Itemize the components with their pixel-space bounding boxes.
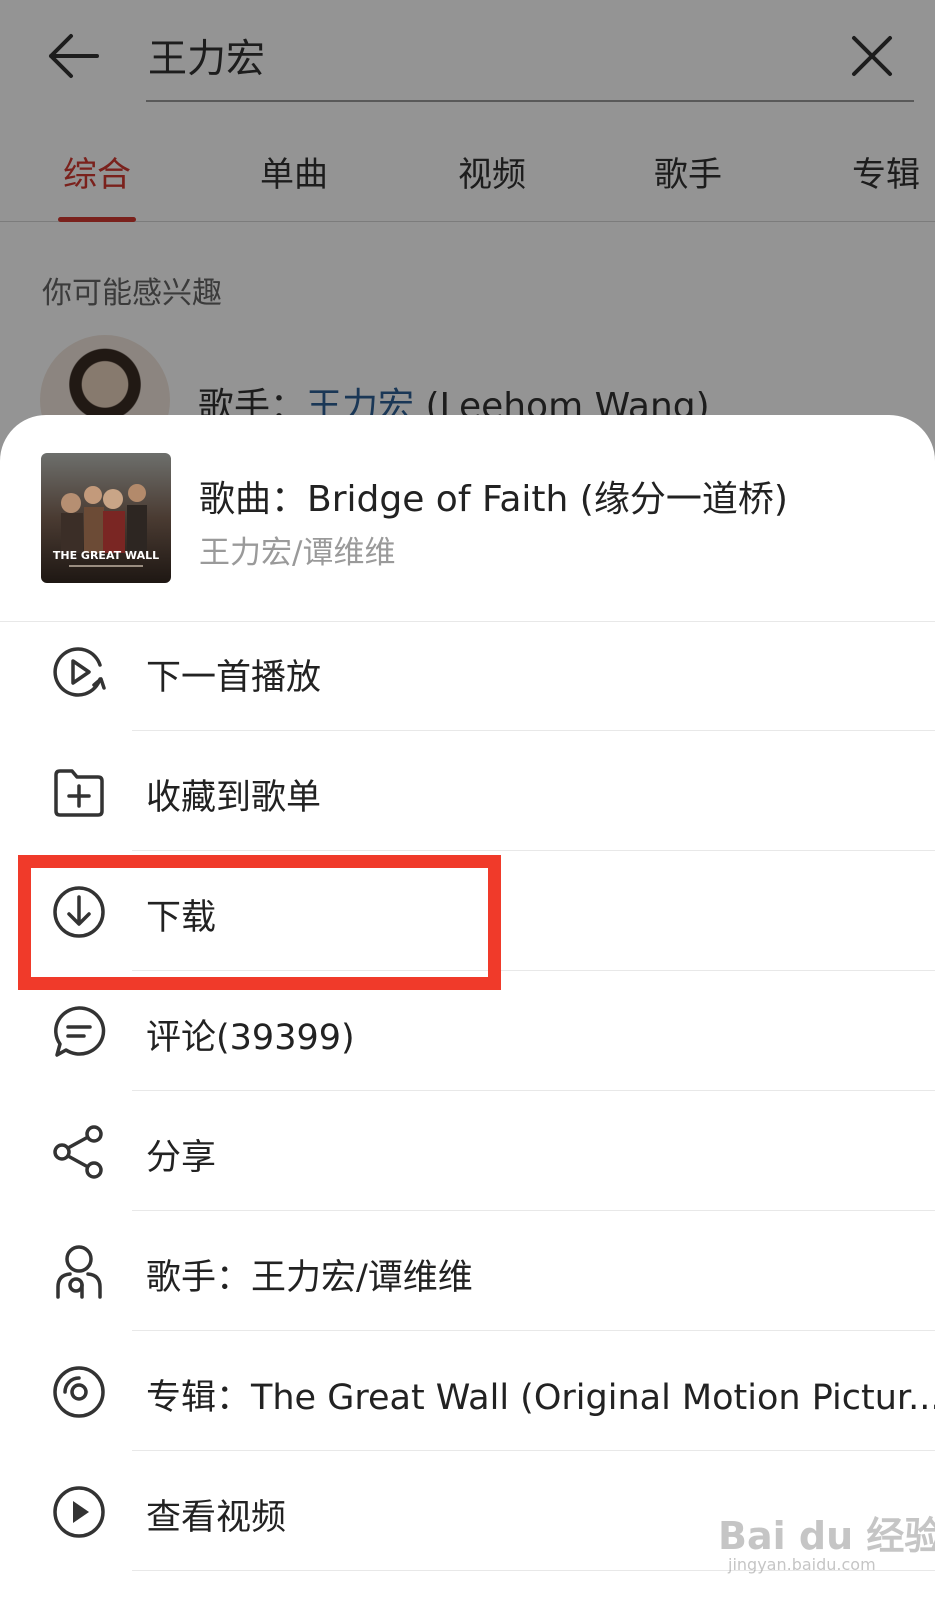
menu-item-download[interactable]: 下载 [0, 851, 935, 971]
menu-item-play-next[interactable]: 下一首播放 [0, 611, 935, 731]
menu-item-artist[interactable]: 歌手：王力宏/谭维维 [0, 1211, 935, 1331]
menu-label: 收藏到歌单 [146, 778, 322, 818]
menu-label: 查看视频 [146, 1498, 287, 1538]
watermark-brand: Bai du 经验 [718, 1514, 935, 1558]
album-icon [53, 1366, 105, 1418]
menu-item-add-to-playlist[interactable]: 收藏到歌单 [0, 731, 935, 851]
menu-label: 下载 [146, 898, 217, 938]
menu-label: 分享 [146, 1138, 217, 1178]
menu-label: 专辑：The Great Wall (Original Motion Pictu… [146, 1378, 935, 1418]
cover-title-text: THE GREAT WALL [53, 549, 159, 562]
song-title: 歌曲：Bridge of Faith (缘分一道桥) [199, 479, 788, 520]
menu-label: 下一首播放 [146, 658, 322, 698]
video-icon [53, 1486, 105, 1538]
comment-icon [54, 1006, 106, 1057]
menu-item-comments[interactable]: 评论(39399) [0, 971, 935, 1091]
menu-item-share[interactable]: 分享 [0, 1091, 935, 1211]
album-cover: THE GREAT WALL [41, 453, 171, 583]
song-artist: 王力宏/谭维维 [199, 535, 396, 571]
add-to-playlist-icon [54, 769, 104, 817]
menu-item-album[interactable]: 专辑：The Great Wall (Original Motion Pictu… [0, 1331, 935, 1451]
play-next-icon [53, 647, 106, 697]
watermark-url: jingyan.baidu.com [728, 1555, 876, 1574]
artist-icon [56, 1245, 102, 1299]
baidu-watermark: Bai du 经验 jingyan.baidu.com [718, 1505, 935, 1583]
download-icon [53, 886, 105, 938]
share-icon [53, 1125, 103, 1179]
song-action-sheet: THE GREAT WALL 歌曲：Bridge of Faith (缘分一道桥… [0, 415, 935, 1600]
song-header: THE GREAT WALL 歌曲：Bridge of Faith (缘分一道桥… [0, 415, 935, 622]
menu-label: 歌手：王力宏/谭维维 [146, 1258, 473, 1298]
menu-label: 评论(39399) [146, 1018, 355, 1058]
